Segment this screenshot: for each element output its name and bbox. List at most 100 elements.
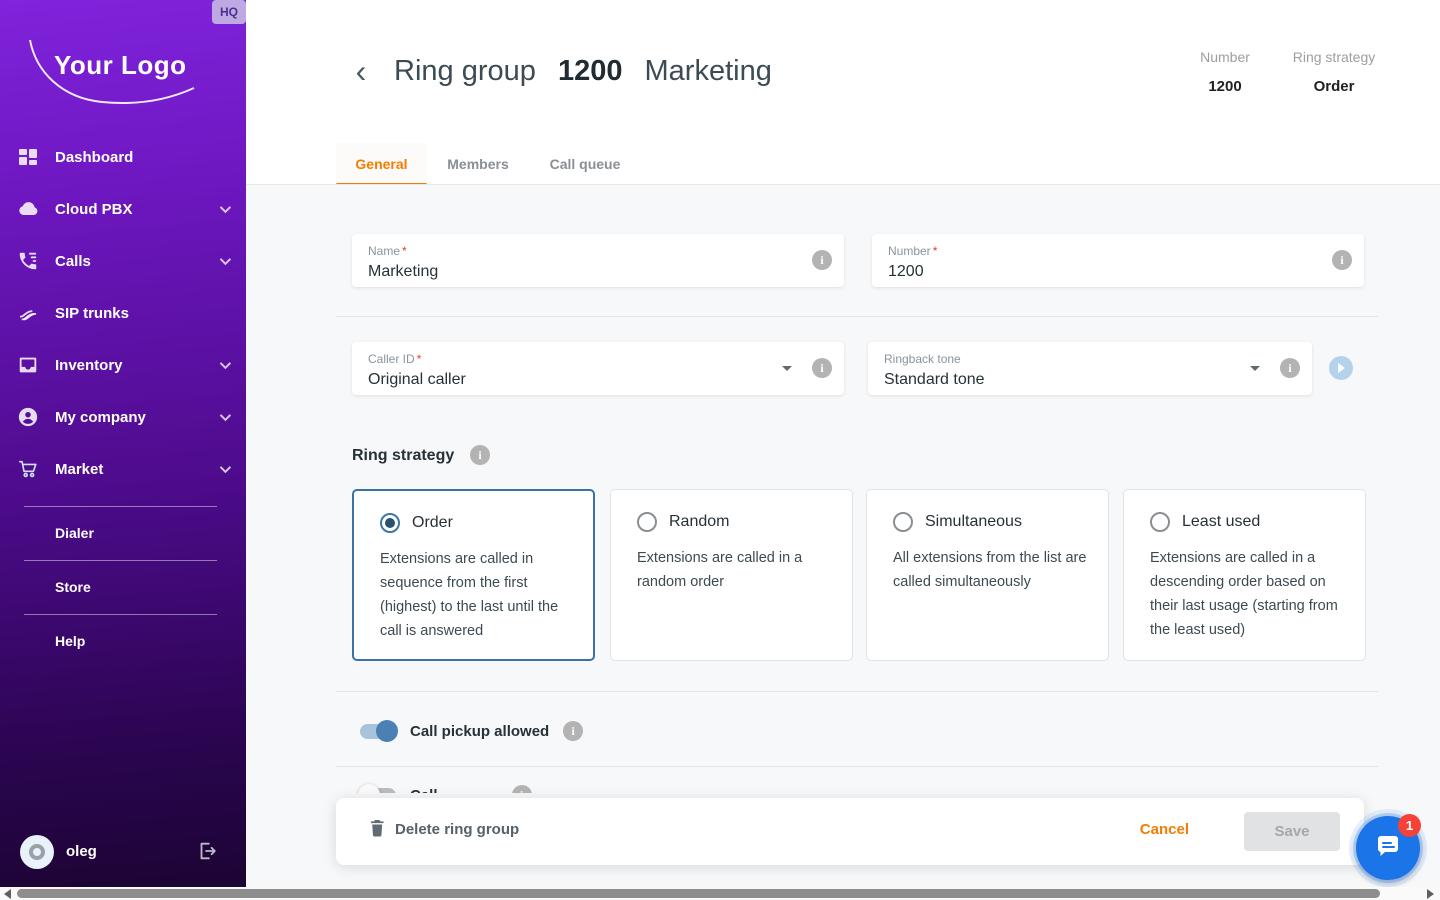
hq-badge[interactable]: HQ xyxy=(212,0,246,24)
info-icon[interactable]: i xyxy=(812,358,832,378)
info-icon[interactable]: i xyxy=(812,250,832,270)
sidebar-item-help[interactable]: Help xyxy=(55,633,85,649)
info-icon[interactable]: i xyxy=(563,721,583,741)
bottom-action-bar: Delete ring group Cancel Save xyxy=(336,798,1364,865)
tab-general[interactable]: General xyxy=(336,143,427,185)
cart-icon xyxy=(16,457,40,481)
cancel-button[interactable]: Cancel xyxy=(1140,821,1189,838)
call-pickup-row: Call pickup allowed i xyxy=(360,721,583,741)
sidebar-item-my-company[interactable]: My company xyxy=(0,395,246,439)
logout-icon[interactable] xyxy=(196,840,218,862)
sidebar-item-label: Inventory xyxy=(55,357,123,374)
save-button[interactable]: Save xyxy=(1244,812,1340,851)
clipped-label: Call xyxy=(410,787,438,794)
section-divider xyxy=(336,316,1378,317)
chevron-down-icon xyxy=(220,462,231,473)
sidebar-item-label: Dashboard xyxy=(55,149,133,166)
scrollbar-thumb[interactable] xyxy=(17,889,1380,898)
name-value: Marketing xyxy=(368,263,828,281)
caller-id-select[interactable]: Caller ID* Original caller i xyxy=(352,342,844,395)
chat-bubble-icon xyxy=(1373,833,1403,863)
sidebar-item-sip-trunks[interactable]: SIP trunks xyxy=(0,291,246,335)
radio-selected-icon[interactable] xyxy=(380,513,400,533)
ringback-value: Standard tone xyxy=(884,371,1296,389)
dropdown-caret-icon[interactable] xyxy=(782,366,792,371)
delete-ring-group-button[interactable]: Delete ring group xyxy=(370,820,519,838)
call-pickup-label: Call pickup allowed xyxy=(410,723,549,740)
sidebar-item-dashboard[interactable]: Dashboard xyxy=(0,135,246,179)
chevron-down-icon xyxy=(220,202,231,213)
radio-icon[interactable] xyxy=(1150,512,1170,532)
strategy-option-least-used[interactable]: Least used Extensions are called in a de… xyxy=(1123,489,1366,661)
required-asterisk: * xyxy=(402,244,407,258)
strategy-title: Least used xyxy=(1182,513,1260,531)
sidebar-item-dialer[interactable]: Dialer xyxy=(55,525,94,541)
sidebar-item-label: Cloud PBX xyxy=(55,201,133,218)
call-pickup-toggle[interactable] xyxy=(360,724,396,739)
avatar-ring xyxy=(29,844,45,860)
sidebar-item-inventory[interactable]: Inventory xyxy=(0,343,246,387)
title-number: 1200 xyxy=(558,55,623,87)
name-field[interactable]: Name* Marketing i xyxy=(352,234,844,287)
strategy-description: All extensions from the list are called … xyxy=(893,546,1087,594)
play-icon xyxy=(1336,363,1346,373)
logo-text: Your Logo xyxy=(54,50,187,81)
sidebar-item-label: SIP trunks xyxy=(55,305,129,322)
back-button[interactable]: ‹ xyxy=(348,53,374,89)
app-root: HQ Your Logo Dashboard Cloud PBX xyxy=(0,0,1440,900)
strategy-title: Order xyxy=(412,514,453,532)
info-icon[interactable]: i xyxy=(1332,250,1352,270)
strategy-description: Extensions are called in a descending or… xyxy=(1150,546,1344,642)
field-label: Name* xyxy=(368,244,828,258)
sidebar-divider xyxy=(24,614,217,615)
sidebar-item-market[interactable]: Market xyxy=(0,447,246,491)
horizontal-scrollbar[interactable] xyxy=(0,887,1440,900)
meta-label: Ring strategy xyxy=(1284,49,1384,65)
section-divider xyxy=(336,766,1378,767)
sidebar: HQ Your Logo Dashboard Cloud PBX xyxy=(0,0,246,887)
cloud-icon xyxy=(16,197,40,221)
number-field[interactable]: Number* 1200 i xyxy=(872,234,1364,287)
info-icon[interactable]: i xyxy=(470,445,490,465)
scroll-right-arrow-icon[interactable] xyxy=(1427,889,1434,899)
sidebar-item-cloud-pbx[interactable]: Cloud PBX xyxy=(0,187,246,231)
radio-icon[interactable] xyxy=(893,512,913,532)
title-name: Marketing xyxy=(645,55,772,87)
info-icon[interactable]: i xyxy=(512,785,532,793)
clipped-toggle[interactable] xyxy=(360,788,396,794)
logo[interactable]: Your Logo xyxy=(22,32,208,110)
sidebar-item-label: Market xyxy=(55,461,103,478)
strategy-option-order[interactable]: Order Extensions are called in sequence … xyxy=(352,489,595,661)
radio-icon[interactable] xyxy=(637,512,657,532)
sidebar-item-label: My company xyxy=(55,409,146,426)
ring-strategy-heading: Ring strategy xyxy=(352,447,454,465)
meta-value: Order xyxy=(1284,78,1384,95)
avatar[interactable] xyxy=(20,835,54,869)
meta-value: 1200 xyxy=(1192,78,1258,95)
strategy-option-random[interactable]: Random Extensions are called in a random… xyxy=(610,489,853,661)
title-prefix: Ring group xyxy=(394,55,536,87)
play-tone-button[interactable] xyxy=(1329,356,1353,380)
meta-number: Number 1200 xyxy=(1192,49,1258,95)
sidebar-item-calls[interactable]: Calls xyxy=(0,239,246,283)
sidebar-item-store[interactable]: Store xyxy=(55,579,91,595)
meta-label: Number xyxy=(1192,49,1258,65)
strategy-option-simultaneous[interactable]: Simultaneous All extensions from the lis… xyxy=(866,489,1109,661)
strategy-title: Simultaneous xyxy=(925,513,1022,531)
phone-calls-icon xyxy=(16,249,40,273)
number-value: 1200 xyxy=(888,263,1348,281)
chevron-down-icon xyxy=(220,254,231,265)
section-divider xyxy=(336,691,1378,692)
ringback-tone-select[interactable]: Ringback tone Standard tone i xyxy=(868,342,1312,395)
user-row: oleg xyxy=(0,835,246,875)
info-icon[interactable]: i xyxy=(1280,358,1300,378)
required-asterisk: * xyxy=(417,352,422,366)
scroll-left-arrow-icon[interactable] xyxy=(4,889,11,899)
strategy-title: Random xyxy=(669,513,729,531)
inventory-icon xyxy=(16,353,40,377)
clipped-setting-row: Call i xyxy=(336,780,786,793)
tab-call-queue[interactable]: Call queue xyxy=(545,143,625,185)
field-label: Number* xyxy=(888,244,1348,258)
tab-members[interactable]: Members xyxy=(443,143,513,185)
dropdown-caret-icon[interactable] xyxy=(1250,366,1260,371)
